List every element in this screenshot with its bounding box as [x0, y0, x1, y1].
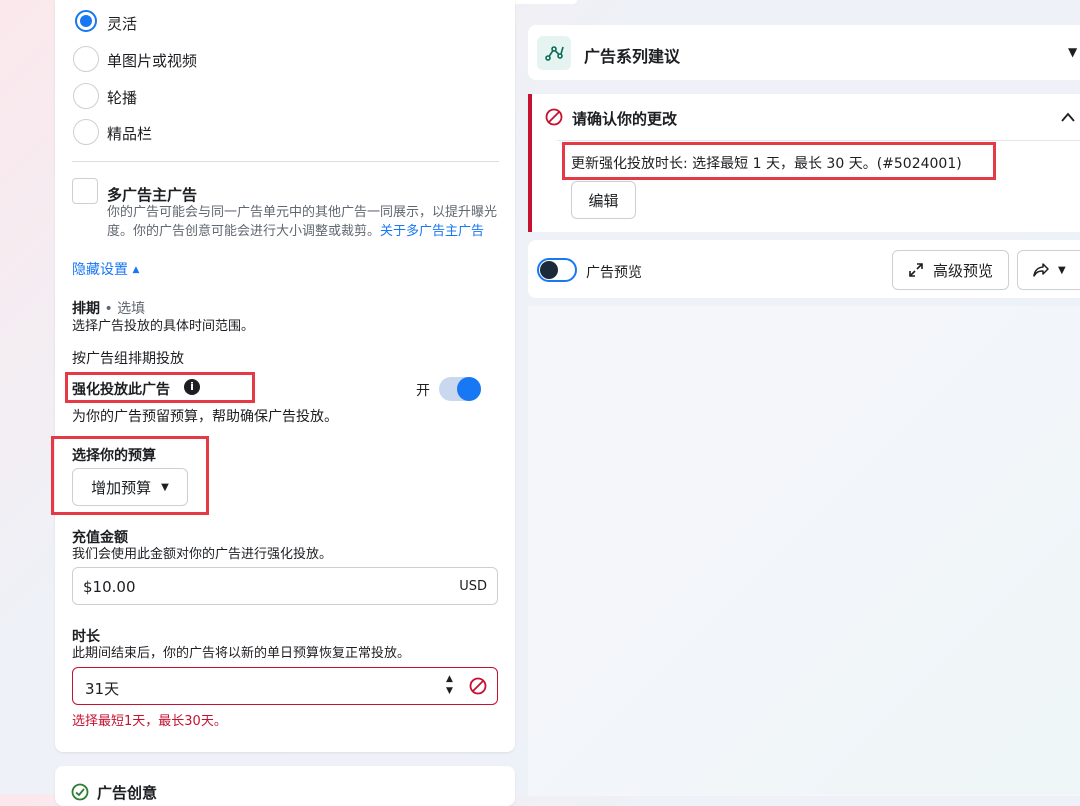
- chart-icon: [545, 46, 564, 61]
- advanced-preview-button[interactable]: 高级预览: [892, 250, 1009, 290]
- duration-title: 时长: [72, 629, 100, 645]
- caret-down-icon[interactable]: ▼: [1068, 45, 1077, 59]
- amount-value: $10.00: [83, 578, 136, 596]
- boost-desc: 为你的广告预留预算，帮助确保广告投放。: [72, 409, 338, 425]
- preview-toggle[interactable]: [537, 258, 577, 282]
- toggle-knob: [540, 261, 558, 279]
- caret-down-icon: ▼: [1058, 264, 1066, 276]
- ad-preview-bar: 广告预览 高级预览 ▼: [528, 240, 1080, 298]
- caret-down-icon: ▼: [161, 481, 169, 493]
- error-circle-icon: [545, 108, 563, 126]
- duration-desc: 此期间结束后，你的广告将以新的单日预算恢复正常投放。: [72, 646, 411, 661]
- amount-desc: 我们会使用此金额对你的广告进行强化投放。: [72, 547, 333, 562]
- duration-value: 31天: [85, 680, 120, 698]
- multi-advertiser-link[interactable]: 关于多广告主广告: [380, 224, 484, 239]
- radio-collection[interactable]: [73, 119, 99, 145]
- error-circle-icon: [469, 677, 487, 695]
- radio-label: 单图片或视频: [107, 52, 198, 70]
- toggle-label: 开: [416, 383, 430, 399]
- multi-advertiser-title: 多广告主广告: [107, 186, 198, 204]
- toggle-knob: [457, 377, 481, 401]
- boost-title: 强化投放此广告: [72, 382, 170, 398]
- creative-title: 广告创意: [97, 784, 158, 802]
- radio-carousel[interactable]: [73, 83, 99, 109]
- check-circle-icon: [71, 783, 89, 801]
- multi-advertiser-desc: 你的广告可能会与同一广告单元中的其他广告一同展示，以提升曝光度。你的广告创意可能…: [107, 205, 498, 239]
- duration-error: 选择最短1天，最长30天。: [72, 714, 227, 729]
- chevron-up-icon[interactable]: [1060, 111, 1076, 123]
- preview-area: [528, 306, 1080, 796]
- divider: [557, 140, 1080, 141]
- suggestions-title: 广告系列建议: [584, 47, 681, 66]
- preview-label: 广告预览: [586, 265, 642, 281]
- radio-label: 灵活: [107, 15, 138, 33]
- schedule-desc: 选择广告投放的具体时间范围。: [72, 319, 255, 334]
- radio-single-image-video[interactable]: [73, 46, 99, 72]
- amount-title: 充值金额: [72, 530, 128, 546]
- share-button[interactable]: ▼: [1017, 250, 1080, 290]
- schedule-by-adset: 按广告组排期投放: [72, 351, 184, 367]
- ad-settings-panel: 灵活 单图片或视频 轮播 精品栏 多广告主广告 你的广告可能会与同一广告单元中的…: [51, 0, 515, 752]
- creative-card: 广告创意: [55, 766, 515, 806]
- amount-input[interactable]: $10.00 USD: [72, 567, 498, 605]
- suggestion-icon-bg: [537, 36, 571, 70]
- radio-label: 轮播: [107, 89, 138, 107]
- boost-toggle[interactable]: [439, 377, 481, 401]
- budget-dropdown[interactable]: 增加预算 ▼: [72, 468, 188, 506]
- caret-up-icon: ▲: [132, 265, 140, 275]
- stepper-icon[interactable]: ▲ ▼: [446, 673, 453, 697]
- hide-settings-link[interactable]: 隐藏设置 ▲: [72, 259, 139, 279]
- share-icon: [1033, 263, 1049, 277]
- multi-advertiser-checkbox[interactable]: [72, 178, 98, 204]
- confirm-changes-card: 请确认你的更改 更新强化投放时长: 选择最短 1 天，最长 30 天。(#502…: [528, 94, 1080, 232]
- edit-button[interactable]: 编辑: [571, 181, 636, 219]
- confirm-title: 请确认你的更改: [572, 110, 678, 128]
- radio-label: 精品栏: [107, 125, 153, 143]
- expand-icon: [909, 263, 923, 277]
- duration-input[interactable]: 31天 ▲ ▼: [72, 667, 498, 705]
- currency-label: USD: [459, 579, 487, 594]
- campaign-suggestions-card[interactable]: 广告系列建议 ▼: [528, 25, 1080, 80]
- radio-flexible[interactable]: [75, 10, 97, 32]
- budget-title: 选择你的预算: [72, 448, 156, 464]
- info-icon[interactable]: i: [184, 379, 200, 395]
- confirm-message: 更新强化投放时长: 选择最短 1 天，最长 30 天。(#5024001): [571, 156, 962, 172]
- schedule-heading: 排期 • 选填: [72, 301, 146, 317]
- divider: [72, 161, 499, 162]
